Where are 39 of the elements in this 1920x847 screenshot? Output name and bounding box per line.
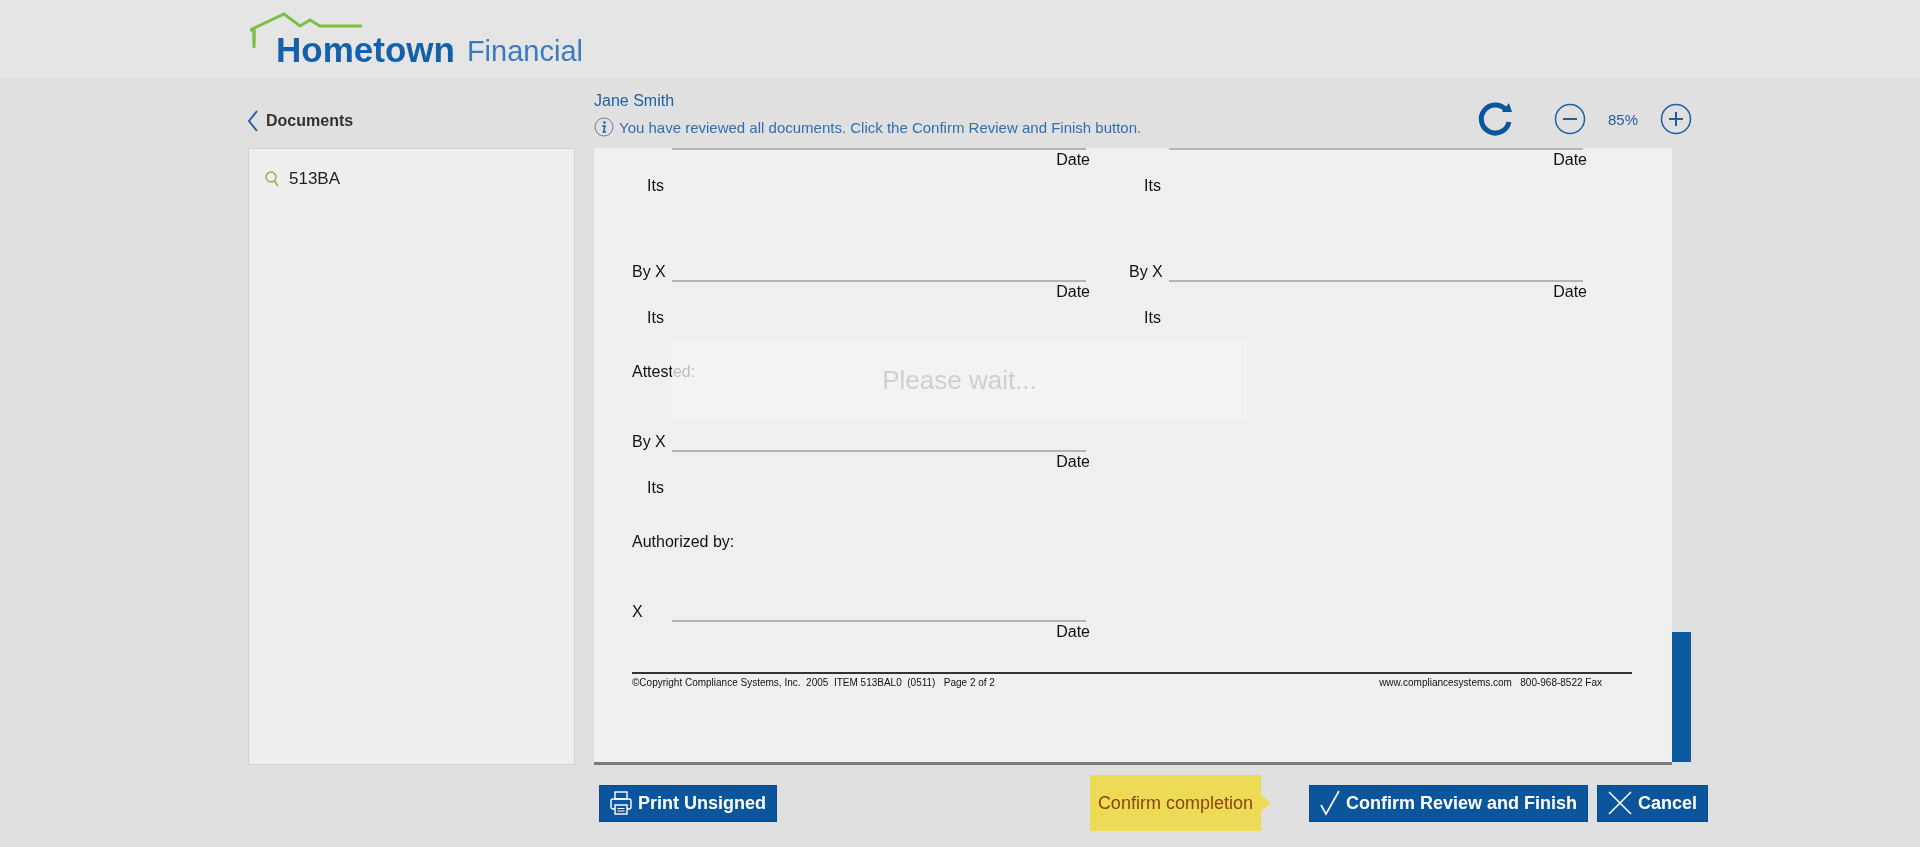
section-label: Authorized by: — [632, 533, 735, 550]
footer-text: ©Copyright Compliance Systems, Inc. 2005 ITEM 513BAL0 (0511) Page 2 of 2 — [632, 677, 995, 688]
section-label: Attested: — [632, 363, 696, 380]
signature-label: By X — [1129, 262, 1164, 282]
close-icon — [1607, 791, 1632, 815]
zoom-level: 85% — [1607, 110, 1638, 128]
signature-label: By X — [632, 432, 667, 452]
search-icon — [265, 171, 279, 187]
review-notice: You have reviewed all documents. Click the Confirm Review and Finish button. — [619, 118, 1142, 136]
date-label: Date — [1056, 452, 1090, 472]
logo-suffix: Financial — [466, 34, 583, 69]
zoom-in-icon[interactable] — [1660, 103, 1692, 135]
date-label: Date — [1056, 282, 1090, 302]
user-name: Jane Smith — [594, 92, 675, 109]
its-label: Its — [1144, 177, 1161, 194]
its-label: Its — [647, 177, 664, 194]
confirm-hint-callout: Confirm completion — [1089, 775, 1271, 831]
its-label: Its — [647, 309, 664, 326]
footer-contact: www.compliancesystems.com 800-968-8522 Fax — [1379, 677, 1602, 688]
its-label: Its — [1144, 309, 1161, 326]
check-icon — [1319, 790, 1340, 816]
info-icon — [594, 117, 614, 137]
zoom-out-icon[interactable] — [1553, 103, 1586, 135]
signature-label: X — [632, 602, 644, 622]
cancel-button[interactable]: Cancel — [1596, 784, 1708, 822]
date-label: Date — [1553, 282, 1587, 302]
its-label: Its — [647, 479, 664, 496]
logo-name: Hometown — [276, 30, 455, 70]
back-chevron-icon[interactable] — [248, 110, 258, 132]
date-label: Date — [1056, 622, 1090, 642]
document-item[interactable]: 513BA — [289, 169, 341, 189]
print-button[interactable]: Print Unsigned — [599, 784, 777, 822]
sidebar-title: Documents — [266, 112, 354, 130]
date-label: Date — [1553, 150, 1587, 170]
confirm-button[interactable]: Confirm Review and Finish — [1308, 784, 1588, 822]
date-label: Date — [1056, 150, 1090, 170]
printer-icon — [610, 791, 632, 815]
scrollbar-thumb[interactable] — [1672, 632, 1691, 762]
signature-label: By X — [632, 262, 667, 282]
